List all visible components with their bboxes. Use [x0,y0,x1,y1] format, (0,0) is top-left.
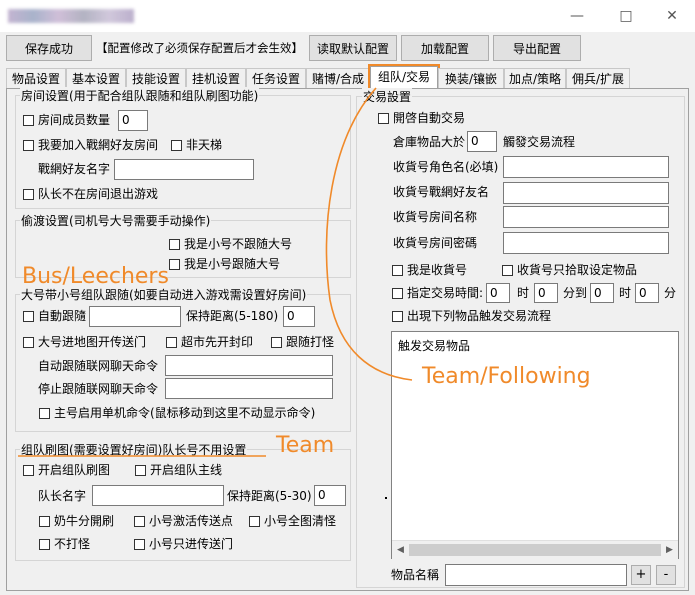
team-following-arrow [325,87,413,381]
annotation-team: Team [276,433,335,458]
annotation-overlay [18,87,413,457]
annotation-bus-leechers: Bus/Leechers [22,264,169,289]
annotation-team-following: Team/Following [422,364,591,389]
